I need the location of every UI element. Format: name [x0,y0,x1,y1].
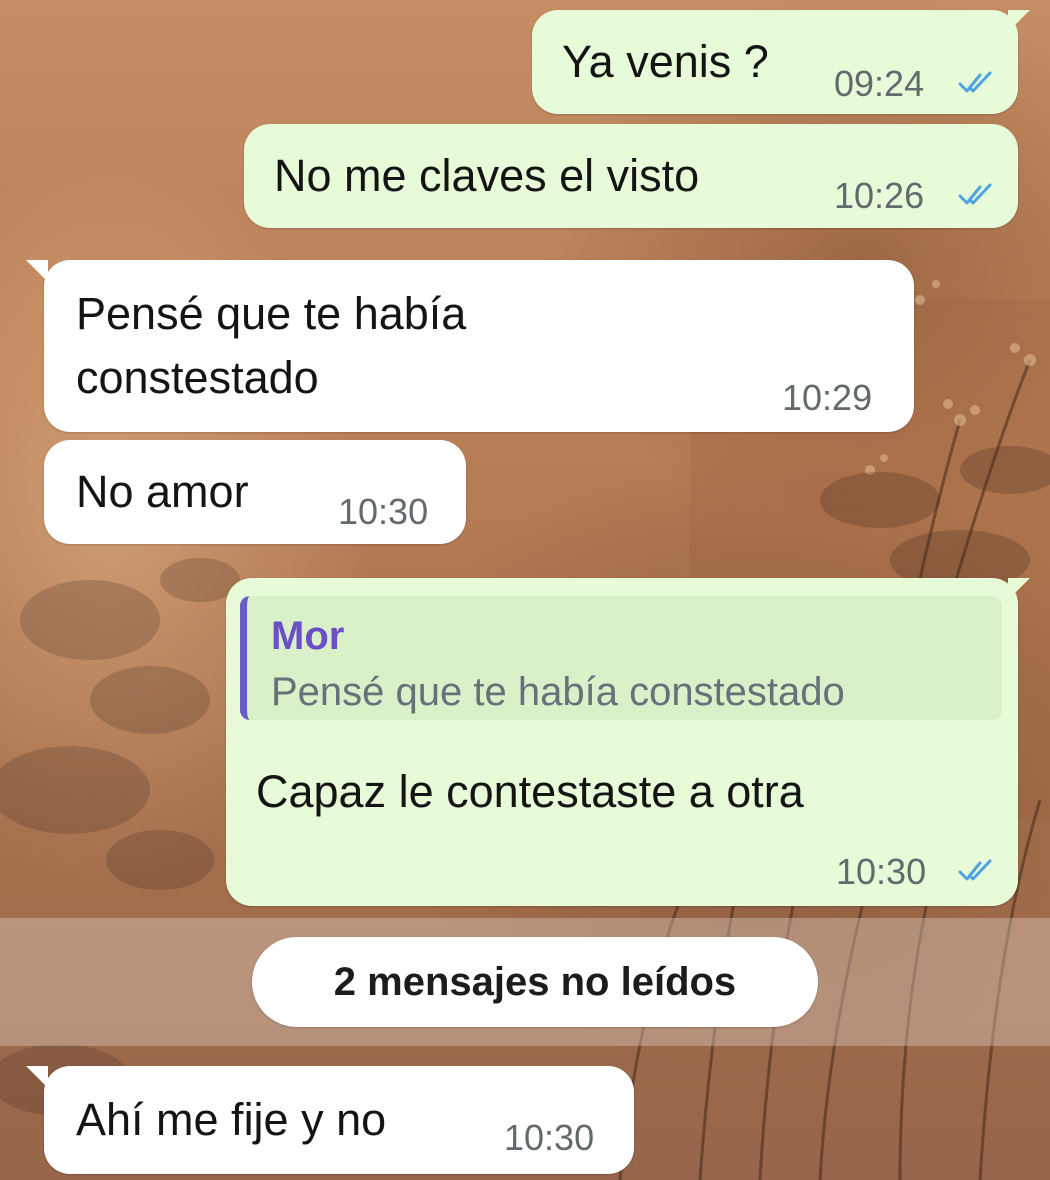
message-time: 10:26 [834,175,925,216]
message-text: Ahí me fije y no [76,1094,387,1145]
double-check-icon [958,71,992,93]
unread-messages-label: 2 mensajes no leídos [333,960,737,1004]
outgoing-reply-message[interactable]: Mor Pensé que te había constestado Capaz… [226,578,1030,906]
quoted-author: Mor [271,614,345,658]
double-check-icon [958,859,992,881]
incoming-message[interactable]: Pensé que te había constestado 10:29 [26,260,914,432]
incoming-message[interactable]: Ahí me fije y no 10:30 [26,1066,634,1174]
message-time: 10:29 [782,377,873,418]
message-time: 10:30 [338,491,429,532]
outgoing-message[interactable]: Ya venis ? 09:24 [532,10,1030,114]
message-text: No me claves el visto [274,150,700,201]
message-time: 09:24 [834,63,925,104]
message-text: No amor [76,466,249,517]
outgoing-message[interactable]: No me claves el visto 10:26 [244,124,1018,228]
message-time: 10:30 [836,851,927,892]
message-text-line-2: constestado [76,352,319,403]
quoted-message[interactable]: Mor Pensé que te había constestado [240,596,1002,720]
message-text: Capaz le contestaste a otra [256,766,804,817]
unread-messages-pill: 2 mensajes no leídos [252,937,818,1027]
quoted-text: Pensé que te había constestado [271,670,845,714]
message-time: 10:30 [504,1117,595,1158]
message-text-line-1: Pensé que te había [76,288,467,339]
message-text: Ya venis ? [562,36,769,87]
double-check-icon [958,183,992,205]
incoming-message[interactable]: No amor 10:30 [44,440,466,544]
